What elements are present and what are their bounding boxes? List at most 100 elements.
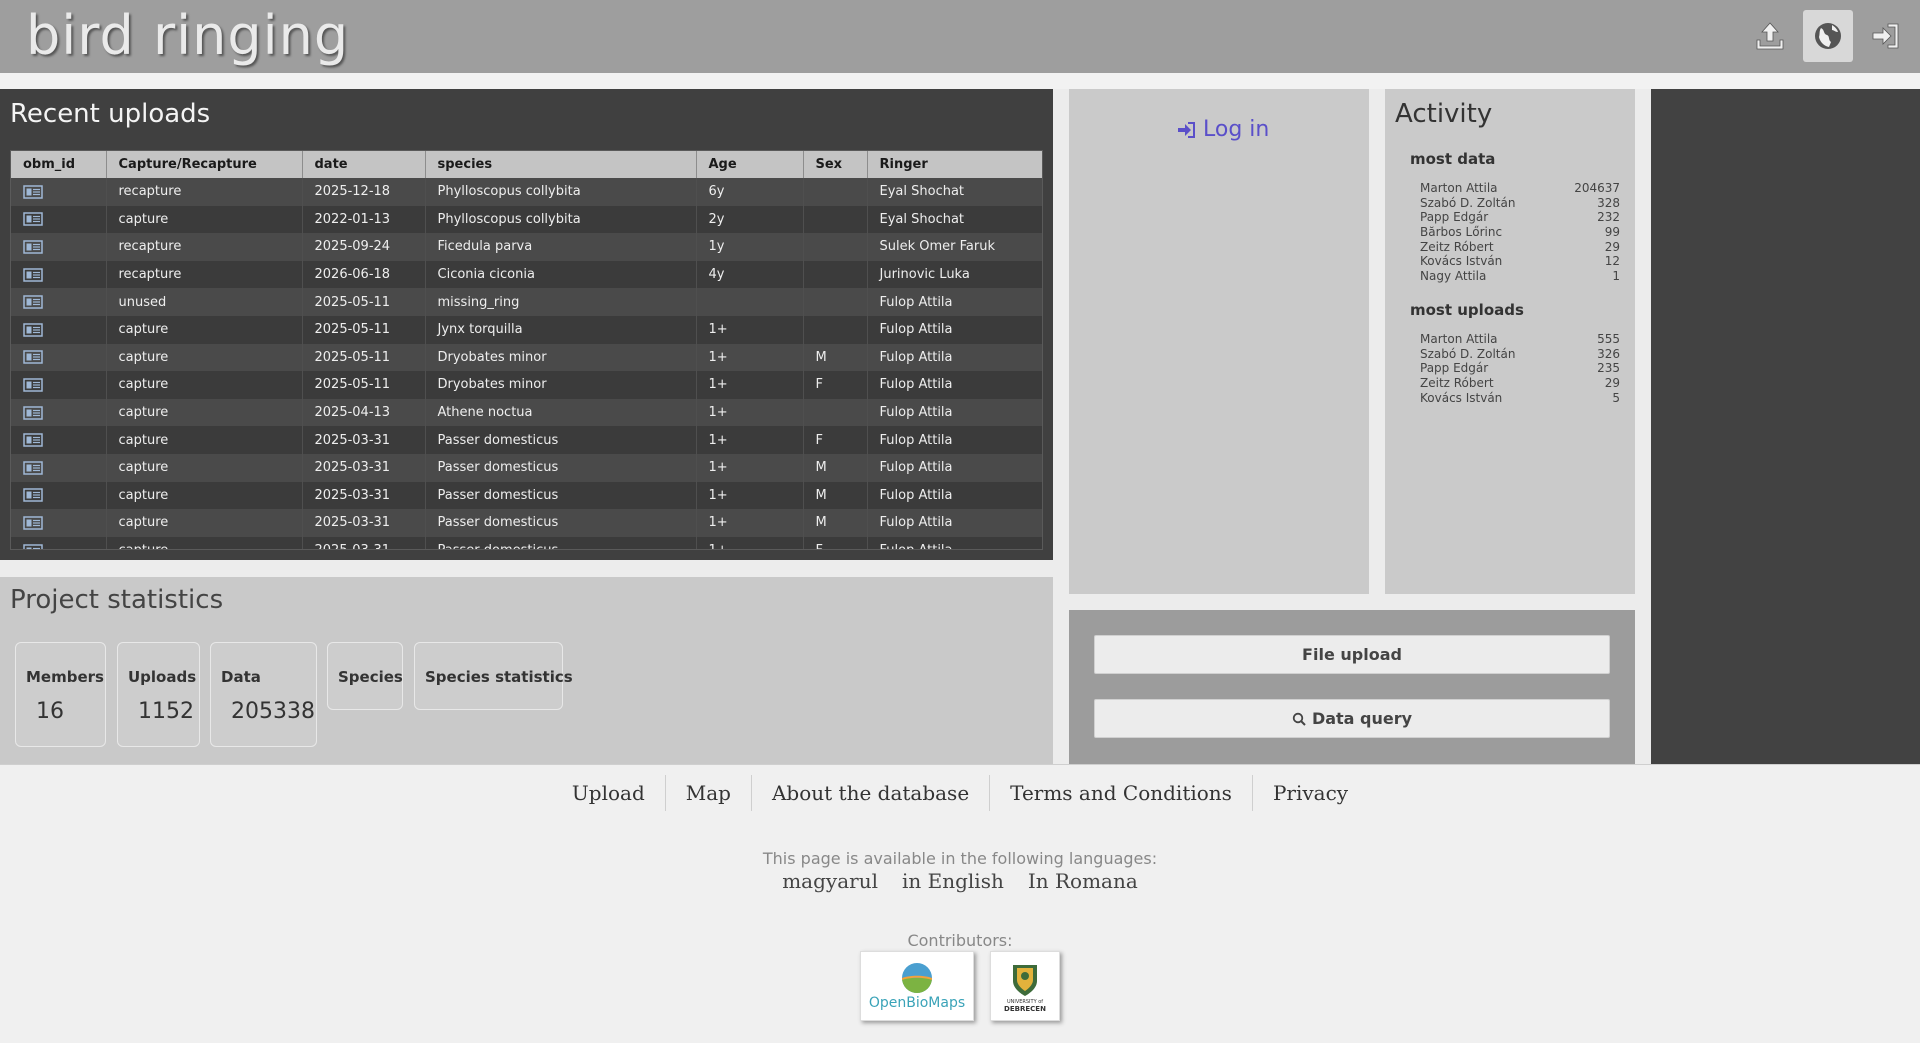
table-cell: 4y (696, 260, 804, 289)
table-row[interactable]: capture 2025-03-31 Passer domesticus 1+ M Ful… (11, 481, 1042, 510)
footer-nav: Upload Map About the database Terms and … (0, 775, 1920, 811)
table-cell: 2026-06-18 (302, 260, 426, 289)
table-row[interactable]: capture 2025-04-13 Athene noctua 1+ Fulop At… (11, 398, 1042, 427)
row-details-icon[interactable] (11, 205, 107, 234)
language-hungarian[interactable]: magyarul (782, 869, 878, 893)
language-button[interactable] (1803, 10, 1853, 62)
table-cell: Dryobates minor (425, 343, 697, 372)
members-stat[interactable]: Members 16 (15, 642, 106, 747)
data-stat[interactable]: Data 205338 (210, 642, 317, 747)
list-item: Papp Edgár 235 (1420, 361, 1620, 376)
sign-in-icon (1178, 121, 1195, 138)
row-details-icon[interactable] (11, 343, 107, 372)
data-query-label: Data query (1311, 709, 1413, 728)
footer-link-map[interactable]: Map (666, 775, 752, 811)
row-details-icon[interactable] (11, 398, 107, 427)
table-row[interactable]: capture 2025-03-31 Passer domesticus 1+ M Ful… (11, 509, 1042, 537)
row-details-icon[interactable] (11, 260, 107, 289)
globe-icon (1815, 23, 1841, 49)
table-cell: 1+ (696, 453, 804, 482)
actions-panel: File upload Data query (1069, 610, 1635, 764)
list-item: Kovács István 5 (1420, 391, 1620, 406)
activity-name: Zeitz Róbert (1420, 239, 1494, 254)
table-cell: Eyal Shochat (867, 205, 1042, 234)
col-ringer[interactable]: Ringer (867, 151, 1042, 178)
table-cell: Passer domesticus (425, 481, 697, 510)
upload-button[interactable] (1745, 10, 1795, 62)
table-cell: 1+ (696, 398, 804, 427)
language-romanian[interactable]: In Romana (1028, 869, 1138, 893)
file-upload-label: File upload (1302, 645, 1402, 664)
file-upload-button[interactable]: File upload (1094, 635, 1610, 674)
site-brand[interactable]: bird ringing (26, 4, 349, 67)
table-row[interactable]: capture 2025-03-31 Passer domesticus 1+ M Ful… (11, 453, 1042, 482)
language-english[interactable]: in English (902, 869, 1004, 893)
table-row[interactable]: capture2025-03-31Passer domesticus1+FFul… (11, 426, 1042, 454)
col-age[interactable]: Age (696, 151, 804, 178)
row-details-icon[interactable] (11, 288, 107, 316)
activity-count: 29 (1604, 239, 1620, 254)
login-label: Log in (1203, 117, 1270, 142)
activity-name: Papp Edgár (1420, 210, 1489, 225)
row-details-icon[interactable] (11, 371, 107, 399)
recent-uploads-table[interactable]: obm_id Capture/Recapture date species Ag… (10, 150, 1043, 550)
table-row[interactable]: capture 2022-01-13 Phylloscopus collybita 2… (11, 205, 1042, 234)
col-obm-id[interactable]: obm_id (11, 151, 107, 178)
species-statistics-button[interactable]: Species statistics (414, 642, 573, 710)
species-button[interactable]: Species (327, 642, 403, 710)
table-row[interactable]: recapture 2025-09-24 Ficedula parva 1y Sulek… (11, 233, 1042, 261)
table-row[interactable]: unused 2025-05-11 missing_ring Fulop Attila (11, 288, 1042, 316)
openbiomaps-globe-icon (902, 963, 932, 993)
row-details-icon[interactable] (11, 453, 107, 482)
row-details-icon[interactable] (11, 481, 107, 510)
footer-link-terms[interactable]: Terms and Conditions (990, 775, 1253, 811)
table-cell: capture (106, 315, 303, 344)
table-cell: 2025-03-31 (302, 481, 426, 510)
table-cell (803, 178, 868, 206)
table-row[interactable]: capture 2025-05-11 Jynx torquilla 1+ Fulop A… (11, 315, 1042, 344)
row-details-icon[interactable] (11, 178, 107, 206)
row-details-icon[interactable] (11, 315, 107, 344)
university-debrecen-logo[interactable]: UNIVERSITY of DEBRECEN (990, 951, 1060, 1021)
table-cell (803, 288, 868, 316)
table-cell: M (803, 453, 868, 482)
uploads-stat[interactable]: Uploads 1152 (117, 642, 200, 747)
contributors-label: Contributors: (907, 931, 1013, 950)
table-cell: unused (106, 288, 303, 316)
uploads-value: 1152 (138, 699, 194, 724)
activity-count: 1 (1612, 269, 1620, 284)
table-cell: 2025-03-31 (302, 426, 426, 454)
table-row[interactable]: recapture 2025-12-18 Phylloscopus collybit… (11, 178, 1042, 206)
most-data-heading: most data (1410, 150, 1496, 168)
data-label: Data (221, 668, 261, 686)
col-date[interactable]: date (302, 151, 426, 178)
row-details-icon[interactable] (11, 509, 107, 537)
col-species[interactable]: species (425, 151, 697, 178)
footer-link-privacy[interactable]: Privacy (1253, 775, 1368, 811)
login-link[interactable]: Log in (1177, 117, 1269, 142)
footer-link-about[interactable]: About the database (752, 775, 991, 811)
col-sex[interactable]: Sex (803, 151, 868, 178)
footer-link-upload[interactable]: Upload (552, 775, 666, 811)
activity-count: 29 (1604, 376, 1620, 391)
row-details-icon[interactable] (11, 233, 107, 261)
table-row[interactable]: recapture 2026-06-18 Ciconia ciconia 4y Juri… (11, 260, 1042, 289)
table-row[interactable]: capture 2025-05-11 Dryobates minor 1+ F Fulop… (11, 371, 1042, 399)
login-panel: Log in (1069, 89, 1369, 594)
data-query-button[interactable]: Data query (1094, 699, 1610, 738)
table-row[interactable]: capture 2025-05-11 Dryobates minor 1+ M Fulop… (11, 343, 1042, 372)
list-item: Szabó D. Zoltán 326 (1420, 347, 1620, 362)
col-capture-recapture[interactable]: Capture/Recapture (106, 151, 303, 178)
row-details-icon[interactable] (11, 426, 107, 454)
table-cell: Ficedula parva (425, 233, 697, 261)
row-details-icon[interactable] (11, 536, 107, 549)
login-header-button[interactable] (1861, 10, 1911, 62)
most-data-list: Marton Attila 204637 Szabó D. Zoltán 328 Pap… (1420, 181, 1620, 284)
activity-count: 232 (1597, 210, 1620, 225)
table-row[interactable]: capture2025-03-31Passer domesticus1+FFul… (11, 536, 1042, 549)
openbiomaps-logo[interactable]: OpenBioMaps (860, 951, 974, 1021)
project-statistics-title: Project statistics (10, 585, 224, 615)
table-cell: M (803, 509, 868, 537)
activity-count: 555 (1597, 332, 1620, 346)
table-cell: Jynx torquilla (425, 315, 697, 344)
